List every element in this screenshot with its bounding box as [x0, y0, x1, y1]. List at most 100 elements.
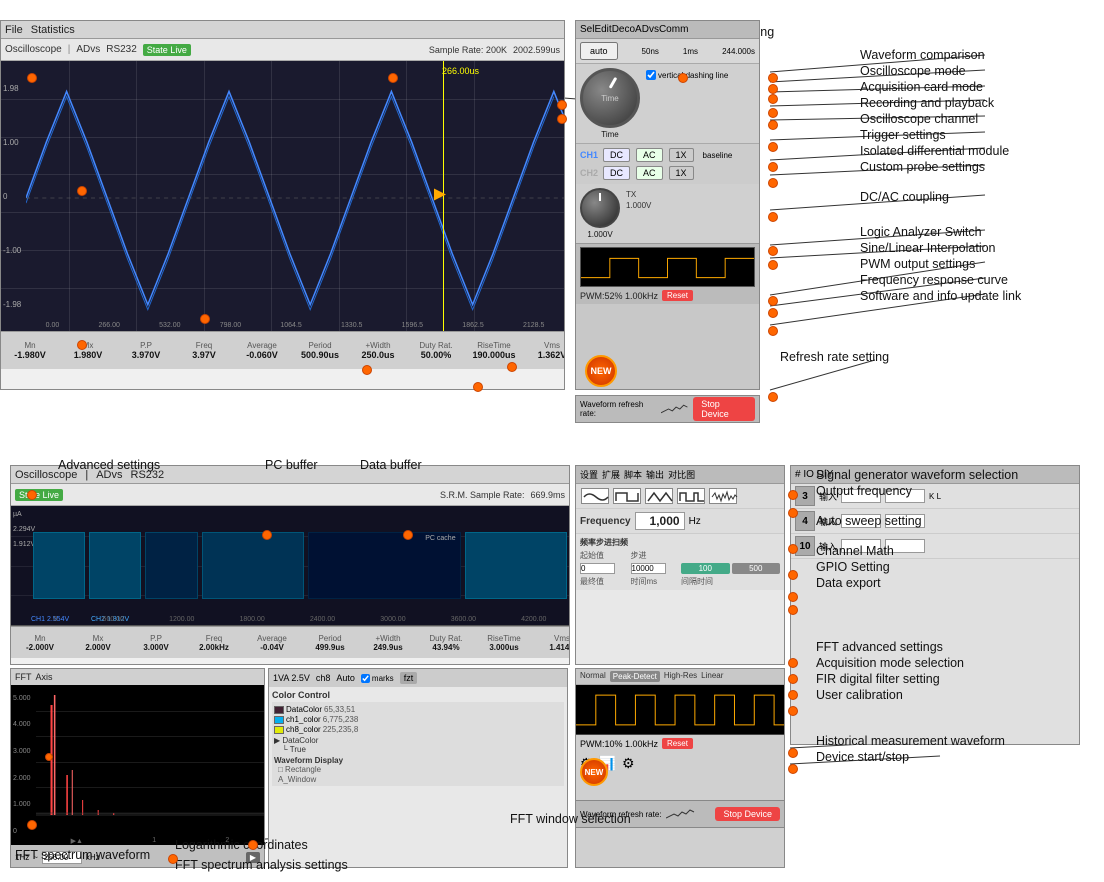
dot-device-conn: [388, 73, 398, 83]
voltage-knob-section: 1.000V TX 1.000V: [576, 184, 759, 243]
time-knob[interactable]: Time: [580, 68, 640, 128]
sweep-start-btn[interactable]: 100: [681, 563, 730, 574]
meas-pp: P.P 3.970V: [121, 341, 171, 360]
label-acq-mode: Acquisition mode selection: [816, 656, 964, 670]
dot-recording: [768, 108, 778, 118]
stop-device-btn-bottom[interactable]: Stop Device: [715, 807, 780, 821]
shape-sine[interactable]: [581, 488, 609, 504]
menu-statistics[interactable]: Statistics: [31, 24, 75, 36]
time-value-2: 1ms: [683, 47, 698, 56]
sweep-end[interactable]: [631, 563, 666, 574]
label-pwm-output: PWM output settings: [860, 257, 975, 271]
dot-user-calib: [788, 706, 798, 716]
dot-pc-buffer: [262, 530, 272, 540]
sweep-interval-btn[interactable]: 500: [732, 563, 781, 574]
voltage-knob[interactable]: [580, 188, 620, 228]
label-log-coords: Logarithmic coordinates: [175, 838, 308, 852]
auto-btn[interactable]: auto: [580, 42, 618, 60]
high-res-btn[interactable]: High-Res: [664, 671, 697, 682]
trigger-value: 1.000V: [626, 201, 753, 210]
freq-value[interactable]: 1,000: [635, 512, 685, 530]
tab-output[interactable]: 输出: [646, 468, 664, 481]
fft-control-panel: 1VA 2.5V ch8 Auto marks fzt Color Contro…: [268, 668, 568, 868]
ctrl-panel-top: Sel Edit Deco ADvs Comm auto 50ns 1ms 24…: [575, 20, 760, 390]
osc-menubar[interactable]: File Statistics: [1, 21, 564, 39]
ch-dc-btn[interactable]: DC: [603, 148, 630, 162]
waveform-bottom-display: µA 2.294V 1.912V PC cache CH1 2.554V CH2…: [11, 506, 569, 626]
meas-mn: Mn -1.980V: [5, 341, 55, 360]
vertical-dashing-label[interactable]: vertical dashing line: [646, 70, 753, 80]
label-data-export: Data export: [816, 576, 881, 590]
fft-ctrl-auto[interactable]: Auto: [336, 673, 355, 683]
shape-square[interactable]: [613, 488, 641, 504]
dot-custom-probe: [768, 178, 778, 188]
main-container: File menu Device connection status Seria…: [0, 0, 1104, 882]
label-dc-ac: DC/AC coupling: [860, 190, 949, 204]
tab-comm[interactable]: Comm: [659, 24, 688, 35]
shape-noise[interactable]: [709, 488, 737, 504]
linear-btn[interactable]: Linear: [701, 671, 723, 682]
settings-icon-bottom[interactable]: ⚙: [622, 755, 635, 772]
label-advanced-settings: Advanced settings: [58, 458, 160, 472]
dot-dc-ac: [768, 212, 778, 222]
label-custom-probe: Custom probe settings: [860, 160, 985, 174]
dot-sine: [768, 260, 778, 270]
dot-device-start: [788, 764, 798, 774]
state-live-badge: State Live: [143, 44, 191, 56]
label-recording-playback: Recording and playback: [860, 96, 994, 110]
label-oscilloscope-mode: Oscilloscope mode: [860, 64, 966, 78]
tab-deco[interactable]: Deco: [612, 24, 635, 35]
ch2-ac-btn[interactable]: AC: [636, 166, 663, 180]
ch2-label: CH2: [580, 168, 598, 178]
ch-1x-btn[interactable]: 1X: [669, 148, 694, 162]
tab-sel[interactable]: Sel: [580, 24, 594, 35]
io-num-10: 10: [795, 536, 815, 556]
reset-btn[interactable]: Reset: [662, 290, 693, 301]
tab-advs[interactable]: ADvs: [635, 24, 659, 35]
tab-edit[interactable]: Edit: [594, 24, 611, 35]
label-data-buffer: Data buffer: [360, 458, 422, 472]
label-sine-linear: Sine/Linear Interpolation: [860, 241, 996, 255]
label-waveform-comparison: Waveform comparison: [860, 48, 985, 62]
measurement-bar-bottom: Mn-2.000V Mx2.000V P.P3.000V Freq2.00kHz…: [11, 626, 569, 658]
ctrl-bot-waveform: [576, 685, 784, 735]
stop-device-btn-top[interactable]: Stop Device: [693, 397, 755, 421]
io-diy-panel: # IO DIY 3 输入 K L 4 输入 10 输入: [790, 465, 1080, 745]
tab-comparison[interactable]: 对比图: [668, 468, 695, 481]
dot-software: [768, 326, 778, 336]
fft-color-section: Color Control DataColor 65,33,51 ch1_col…: [269, 687, 567, 789]
fft-tab[interactable]: fzt: [400, 672, 418, 684]
vertical-dashing-check[interactable]: [646, 70, 656, 80]
tab-script[interactable]: 脚本: [624, 468, 642, 481]
ctrl-tabs: Sel Edit Deco ADvs Comm: [576, 21, 759, 39]
ch-ac-btn[interactable]: AC: [636, 148, 663, 162]
shape-pulse[interactable]: [677, 488, 705, 504]
cursor-label: 266.00us: [442, 66, 479, 76]
tab-settings[interactable]: 设置: [580, 468, 598, 481]
channel-section: CH1 DC AC 1X baseline CH2 DC AC 1X: [576, 143, 759, 184]
io-val-3: K L: [929, 492, 941, 501]
osc-advs: ADvs: [76, 44, 100, 55]
shape-triangle[interactable]: [645, 488, 673, 504]
label-trigger: Trigger settings: [860, 128, 946, 142]
meas-rise: RiseTime 190.000us: [469, 341, 519, 360]
sweep-start[interactable]: [580, 563, 615, 574]
label-osc-channel: Oscilloscope channel: [860, 112, 978, 126]
fft-ctrl-ch[interactable]: 1VA 2.5V: [273, 673, 310, 683]
peak-detect-btn[interactable]: Peak-Detect: [610, 671, 660, 682]
reset-btn-bottom[interactable]: Reset: [662, 738, 693, 749]
menu-file[interactable]: File: [5, 24, 23, 36]
io-num-4: 4: [795, 511, 815, 531]
dot-waveform-comp: [768, 73, 778, 83]
marks-check[interactable]: [361, 674, 370, 683]
pwm-label: PWM:52% 1.00kHz: [580, 291, 658, 301]
fft-ctrl-ch2[interactable]: ch8: [316, 673, 331, 683]
dot-fft-spec-wave: [27, 820, 37, 830]
normal-btn[interactable]: Normal: [580, 671, 606, 682]
pwm-row-bottom: PWM:10% 1.00kHz Reset: [576, 735, 784, 752]
ch2-1x-btn[interactable]: 1X: [669, 166, 694, 180]
tab-extension[interactable]: 扩展: [602, 468, 620, 481]
ch2-dc-btn[interactable]: DC: [603, 166, 630, 180]
dot-waveform: [77, 186, 87, 196]
dot-isolated: [768, 162, 778, 172]
